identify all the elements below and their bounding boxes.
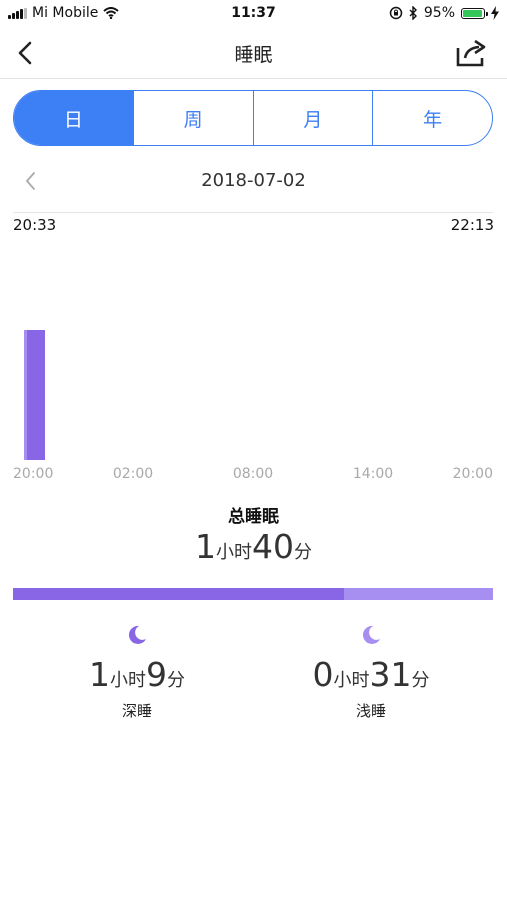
charging-icon — [491, 6, 499, 20]
deep-sleep-portion — [13, 588, 345, 600]
total-hour-unit: 小时 — [216, 542, 252, 563]
total-minute-unit: 分 — [294, 542, 312, 563]
sleep-bar-1 — [27, 330, 46, 460]
deep-sleep-label: 深睡 — [121, 702, 152, 720]
light-sleep-value: 0小时31分 — [271, 656, 471, 700]
tab-week[interactable]: 周 — [132, 91, 253, 145]
nav-bar: 睡眠 — [0, 28, 507, 79]
x-tick-label: 14:00 — [352, 466, 394, 482]
tab-month[interactable]: 月 — [252, 91, 373, 145]
deep-minute-unit: 分 — [167, 670, 185, 691]
sleep-start-time: 20:33 — [13, 216, 57, 234]
moon-icon — [362, 625, 380, 644]
light-sleep-label: 浅睡 — [355, 702, 386, 720]
light-hour-unit: 小时 — [333, 670, 370, 691]
tab-day[interactable]: 日 — [14, 91, 133, 145]
status-right: 95% — [389, 5, 499, 21]
light-sleep-stat: 0小时31分 浅睡 — [271, 624, 471, 721]
light-minutes: 31 — [369, 655, 412, 694]
share-button[interactable] — [455, 38, 487, 68]
x-tick-label: 08:00 — [232, 466, 274, 482]
deep-minutes: 9 — [146, 655, 167, 694]
light-hours: 0 — [312, 655, 334, 694]
x-tick-label: 02:00 — [112, 466, 154, 482]
bluetooth-icon — [409, 6, 417, 20]
status-bar: Mi Mobile 11:37 95% — [0, 0, 507, 28]
period-segmented-control: 日 周 月 年 — [13, 90, 493, 146]
sleep-end-time: 22:13 — [450, 216, 494, 234]
deep-hours: 1 — [89, 655, 110, 694]
battery-icon — [461, 7, 488, 19]
page-title: 睡眠 — [234, 44, 273, 66]
total-sleep-value: 1小时40分 — [0, 527, 507, 566]
divider — [13, 212, 493, 213]
date-label: 2018-07-02 — [201, 170, 306, 191]
total-sleep-title: 总睡眠 — [228, 507, 279, 527]
moon-icon — [128, 625, 146, 644]
x-tick-label: 20:00 — [13, 466, 54, 482]
sleep-ratio-bar — [13, 588, 493, 600]
x-tick-label: 20:00 — [452, 466, 493, 482]
sleep-chart — [13, 330, 493, 460]
deep-sleep-stat: 1小时9分 深睡 — [37, 624, 237, 721]
orientation-lock-icon — [389, 6, 403, 20]
deep-hour-unit: 小时 — [110, 670, 146, 691]
light-minute-unit: 分 — [411, 670, 430, 691]
battery-percent: 95% — [423, 5, 455, 21]
total-minutes: 40 — [252, 527, 294, 566]
deep-sleep-value: 1小时9分 — [37, 656, 237, 700]
tab-year[interactable]: 年 — [372, 91, 492, 145]
light-sleep-portion — [344, 588, 493, 600]
x-axis-labels: 20:00 02:00 08:00 14:00 20:00 — [13, 466, 493, 484]
total-hours: 1 — [195, 527, 216, 566]
